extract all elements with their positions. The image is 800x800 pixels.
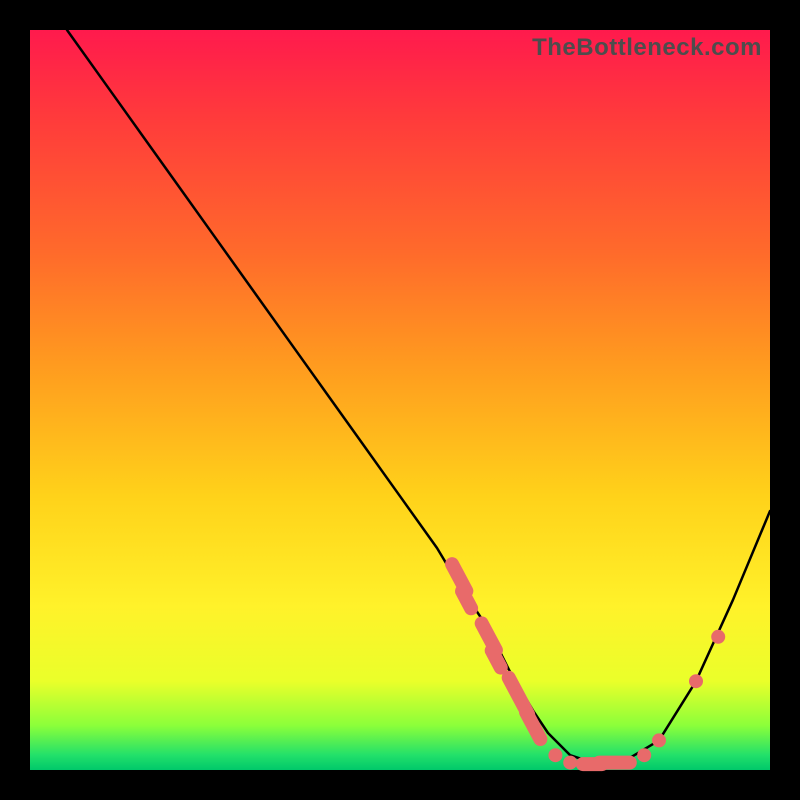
plot-area: TheBottleneck.com (30, 30, 770, 770)
curve-marker-pill (453, 582, 481, 618)
curve-marker-dot (711, 630, 725, 644)
curve-marker-dot (637, 748, 651, 762)
chart-frame: TheBottleneck.com (0, 0, 800, 800)
bottleneck-curve (67, 30, 770, 763)
curve-svg (30, 30, 770, 770)
curve-marker-dot (563, 756, 577, 770)
curve-marker-dot (548, 748, 562, 762)
curve-marker-dot (689, 674, 703, 688)
curve-markers (443, 555, 726, 771)
curve-marker-dot (652, 733, 666, 747)
curve-marker-pill (592, 756, 636, 770)
